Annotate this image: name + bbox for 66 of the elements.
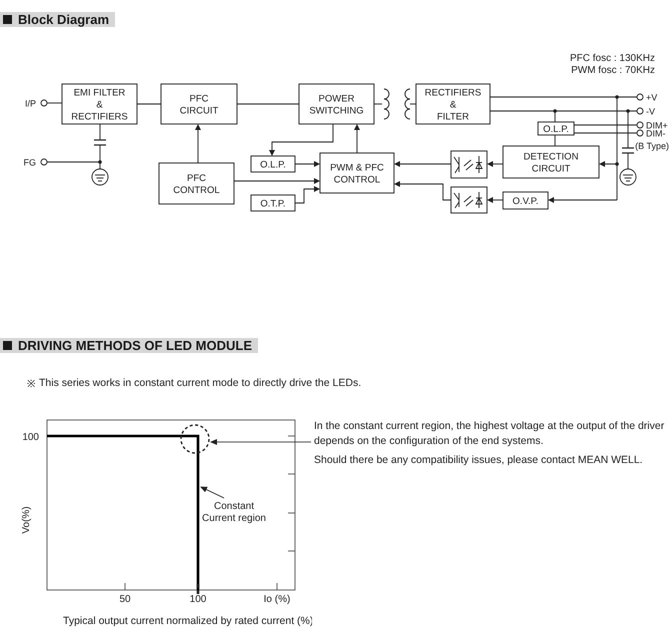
dashed-extension: [196, 584, 200, 596]
x-tick-label: Io (%): [264, 594, 290, 605]
note-text: This series works in constant current mode to directly drive the LEDs.: [39, 376, 362, 392]
square-bullet-icon: [3, 15, 12, 24]
connector-line: [554, 134, 556, 146]
capacitor-icon: [94, 139, 106, 146]
junction-dot: [615, 95, 619, 99]
description-text: Should there be any compatibility issues, please contact MEAN WELL.: [314, 453, 644, 468]
connector-arrow: [394, 161, 452, 167]
ground-icon: [92, 168, 108, 186]
y-axis-label: Vo(%): [21, 506, 32, 534]
x-tick: [124, 582, 126, 590]
connector-arrow: [354, 124, 360, 154]
terminal-icon: [40, 100, 48, 106]
connector-arrow: [294, 161, 320, 167]
x-tick-label: 50: [119, 594, 131, 605]
terminal-label: +V: [646, 92, 658, 102]
type-note: (B Type): [635, 141, 669, 151]
connector-arrow: [487, 161, 504, 167]
power-switching-block: POWER SWITCHING: [298, 84, 374, 124]
dashed-circle-marker: [180, 424, 210, 454]
terminal-label: DIM-: [646, 128, 666, 138]
note-mark: ※: [27, 378, 35, 392]
otp-block: O.T.P.: [250, 194, 296, 212]
frequency-note: PWM fosc : 70KHz: [571, 65, 655, 77]
terminal-label: -V: [646, 106, 655, 116]
square-bullet-icon: [3, 341, 12, 350]
x-tick-label: 100: [190, 594, 206, 605]
emi-filter-block: EMI FILTER & RECTIFIERS: [62, 84, 138, 124]
optocoupler-icon: [450, 150, 488, 178]
detection-circuit-block: DETECTION CIRCUIT: [502, 146, 600, 178]
connector-arrow: [294, 186, 320, 204]
capacitor-icon: [622, 147, 634, 154]
y-tick-label: 100: [22, 432, 39, 443]
olp-block: O.L.P.: [538, 122, 574, 136]
connector-arrow: [195, 124, 201, 164]
junction-dot: [615, 162, 619, 166]
pfc-circuit-block: PFC CIRCUIT: [160, 84, 238, 124]
ovp-block: O.V.P.: [502, 192, 548, 210]
connector-line: [46, 102, 62, 104]
junction-dot: [626, 109, 630, 113]
pwm-pfc-control-block: PWM & PFC CONTROL: [320, 152, 394, 194]
section-title: DRIVING METHODS OF LED MODULE: [18, 339, 252, 352]
olp-block: O.L.P.: [250, 156, 296, 172]
annotation-label: Constant Current region: [201, 501, 267, 525]
rectifier-filter-block: RECTIFIERS & FILTER: [416, 84, 490, 124]
connector-arrow: [487, 197, 504, 203]
connector-arrow: [269, 124, 334, 156]
pointer-arrow: [200, 486, 224, 498]
transformer-icon: [384, 88, 410, 120]
terminal-label: DIM+: [646, 120, 668, 130]
junction-dot: [98, 160, 102, 164]
section-title: Block Diagram: [18, 13, 110, 26]
optocoupler-icon: [450, 186, 488, 214]
connector-arrow: [548, 197, 618, 203]
frequency-note: PFC fosc : 130KHz: [570, 53, 655, 65]
description-text: In the constant current region, the highest voltage at the output of the driver depends on the configuration of the end systems.: [314, 419, 666, 449]
x-tick: [276, 582, 278, 590]
connector-arrow: [394, 181, 452, 200]
ground-icon: [620, 168, 636, 186]
junction-dot: [553, 109, 557, 113]
terminal-label: I/P: [24, 98, 36, 108]
connector-arrow: [599, 161, 618, 167]
pfc-control-block: PFC CONTROL: [158, 162, 234, 204]
terminal-icon: [40, 158, 48, 166]
terminal-label: FG: [24, 158, 36, 168]
